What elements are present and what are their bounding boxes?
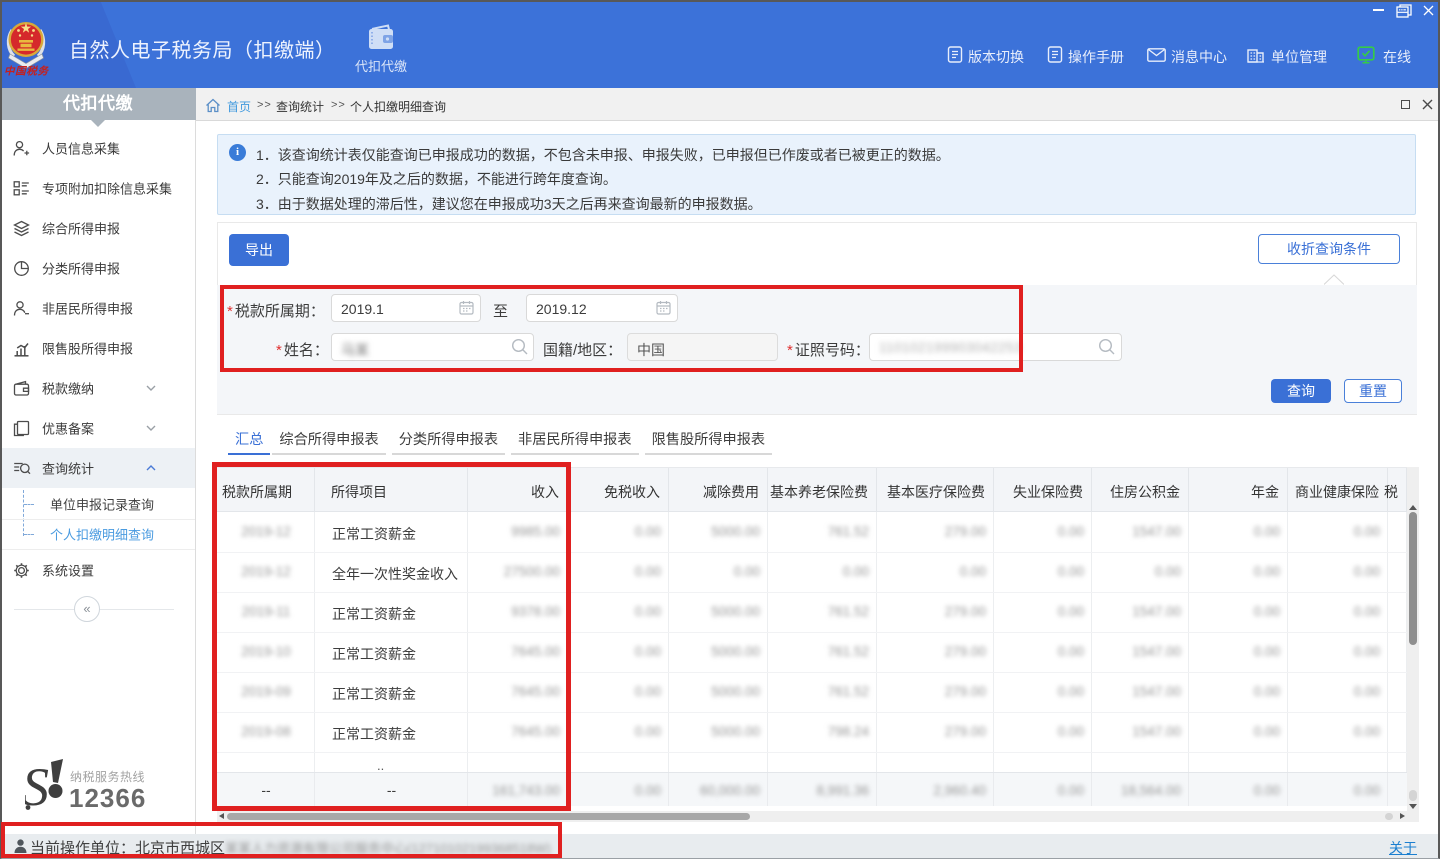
svg-text:中国税务: 中国税务 [4, 65, 50, 78]
